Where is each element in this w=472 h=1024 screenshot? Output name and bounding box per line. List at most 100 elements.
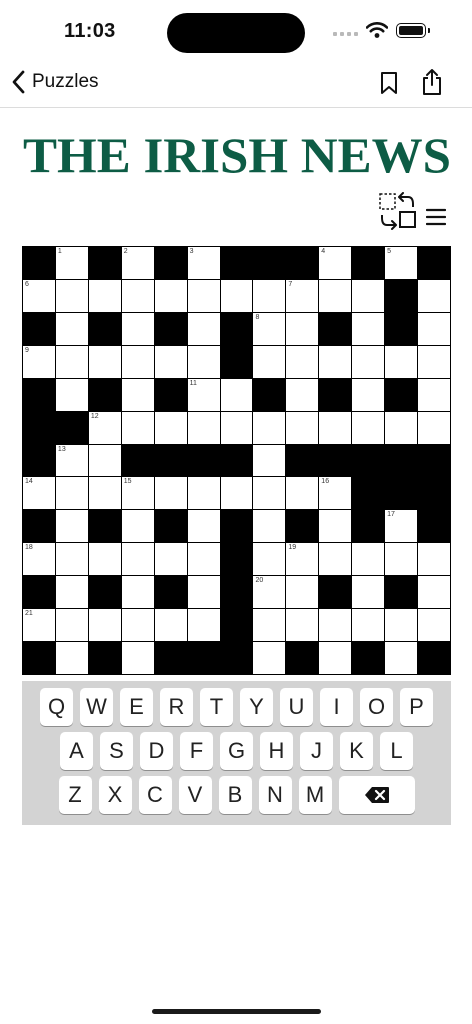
grid-cell[interactable]: [352, 576, 385, 609]
grid-cell[interactable]: 8: [253, 312, 286, 345]
grid-cell[interactable]: 16: [319, 477, 352, 510]
grid-cell[interactable]: [88, 609, 121, 642]
grid-cell[interactable]: [88, 543, 121, 576]
key-y[interactable]: Y: [240, 688, 273, 726]
grid-cell[interactable]: 17: [385, 510, 418, 543]
key-i[interactable]: I: [320, 688, 353, 726]
grid-cell[interactable]: [187, 609, 220, 642]
grid-cell[interactable]: [88, 345, 121, 378]
grid-cell[interactable]: [253, 510, 286, 543]
grid-cell[interactable]: [55, 642, 88, 674]
grid-cell[interactable]: [121, 576, 154, 609]
key-c[interactable]: C: [138, 776, 172, 814]
bookmark-icon[interactable]: [378, 71, 400, 95]
grid-cell[interactable]: [55, 543, 88, 576]
grid-cell[interactable]: [187, 510, 220, 543]
key-j[interactable]: J: [300, 732, 333, 770]
grid-cell[interactable]: [352, 279, 385, 312]
grid-cell[interactable]: 14: [23, 477, 55, 510]
grid-cell[interactable]: [319, 279, 352, 312]
grid-cell[interactable]: [187, 279, 220, 312]
grid-cell[interactable]: 9: [23, 345, 55, 378]
key-x[interactable]: X: [98, 776, 132, 814]
grid-cell[interactable]: 13: [55, 444, 88, 477]
grid-cell[interactable]: [286, 312, 319, 345]
grid-cell[interactable]: [385, 345, 418, 378]
grid-cell[interactable]: [352, 378, 385, 411]
grid-cell[interactable]: [187, 345, 220, 378]
grid-cell[interactable]: [253, 609, 286, 642]
menu-icon[interactable]: [426, 208, 446, 226]
grid-cell[interactable]: [55, 312, 88, 345]
grid-cell[interactable]: [55, 609, 88, 642]
grid-cell[interactable]: [121, 510, 154, 543]
grid-cell[interactable]: [121, 543, 154, 576]
grid-cell[interactable]: [319, 609, 352, 642]
grid-cell[interactable]: [352, 543, 385, 576]
key-k[interactable]: K: [340, 732, 373, 770]
key-p[interactable]: P: [400, 688, 433, 726]
key-h[interactable]: H: [260, 732, 293, 770]
key-d[interactable]: D: [140, 732, 173, 770]
key-e[interactable]: E: [120, 688, 153, 726]
key-o[interactable]: O: [360, 688, 393, 726]
grid-cell[interactable]: [319, 543, 352, 576]
grid-cell[interactable]: 21: [23, 609, 55, 642]
key-f[interactable]: F: [180, 732, 213, 770]
grid-cell[interactable]: [253, 411, 286, 444]
grid-cell[interactable]: [88, 279, 121, 312]
grid-cell[interactable]: [154, 477, 187, 510]
grid-cell[interactable]: [418, 576, 450, 609]
key-z[interactable]: Z: [58, 776, 92, 814]
key-r[interactable]: R: [160, 688, 193, 726]
grid-cell[interactable]: [418, 543, 450, 576]
grid-cell[interactable]: [253, 279, 286, 312]
grid-cell[interactable]: [253, 477, 286, 510]
grid-cell[interactable]: [55, 378, 88, 411]
grid-cell[interactable]: [385, 609, 418, 642]
grid-cell[interactable]: [88, 444, 121, 477]
grid-cell[interactable]: [418, 609, 450, 642]
grid-cell[interactable]: [220, 378, 253, 411]
grid-cell[interactable]: [319, 642, 352, 674]
grid-cell[interactable]: [253, 444, 286, 477]
grid-cell[interactable]: [418, 312, 450, 345]
grid-cell[interactable]: [121, 345, 154, 378]
key-t[interactable]: T: [200, 688, 233, 726]
grid-cell[interactable]: [121, 279, 154, 312]
grid-cell[interactable]: [154, 543, 187, 576]
key-s[interactable]: S: [100, 732, 133, 770]
grid-cell[interactable]: 7: [286, 279, 319, 312]
grid-cell[interactable]: 12: [88, 411, 121, 444]
grid-cell[interactable]: [154, 345, 187, 378]
grid-cell[interactable]: [286, 345, 319, 378]
grid-cell[interactable]: [418, 345, 450, 378]
grid-cell[interactable]: [121, 312, 154, 345]
grid-cell[interactable]: [55, 477, 88, 510]
grid-cell[interactable]: 20: [253, 576, 286, 609]
grid-cell[interactable]: [253, 642, 286, 674]
grid-cell[interactable]: [88, 477, 121, 510]
grid-cell[interactable]: 2: [121, 247, 154, 279]
delete-key[interactable]: [338, 776, 415, 814]
grid-cell[interactable]: [418, 411, 450, 444]
grid-cell[interactable]: [55, 576, 88, 609]
grid-cell[interactable]: [418, 378, 450, 411]
key-a[interactable]: A: [60, 732, 93, 770]
grid-cell[interactable]: 6: [23, 279, 55, 312]
key-n[interactable]: N: [258, 776, 292, 814]
key-l[interactable]: L: [380, 732, 413, 770]
grid-cell[interactable]: [352, 312, 385, 345]
grid-cell[interactable]: [385, 642, 418, 674]
grid-cell[interactable]: [187, 312, 220, 345]
grid-cell[interactable]: [154, 411, 187, 444]
grid-cell[interactable]: [220, 411, 253, 444]
key-b[interactable]: B: [218, 776, 252, 814]
grid-cell[interactable]: [220, 477, 253, 510]
grid-cell[interactable]: [154, 279, 187, 312]
grid-cell[interactable]: [418, 279, 450, 312]
grid-cell[interactable]: [154, 609, 187, 642]
grid-cell[interactable]: 5: [385, 247, 418, 279]
grid-cell[interactable]: [187, 576, 220, 609]
grid-cell[interactable]: [352, 609, 385, 642]
